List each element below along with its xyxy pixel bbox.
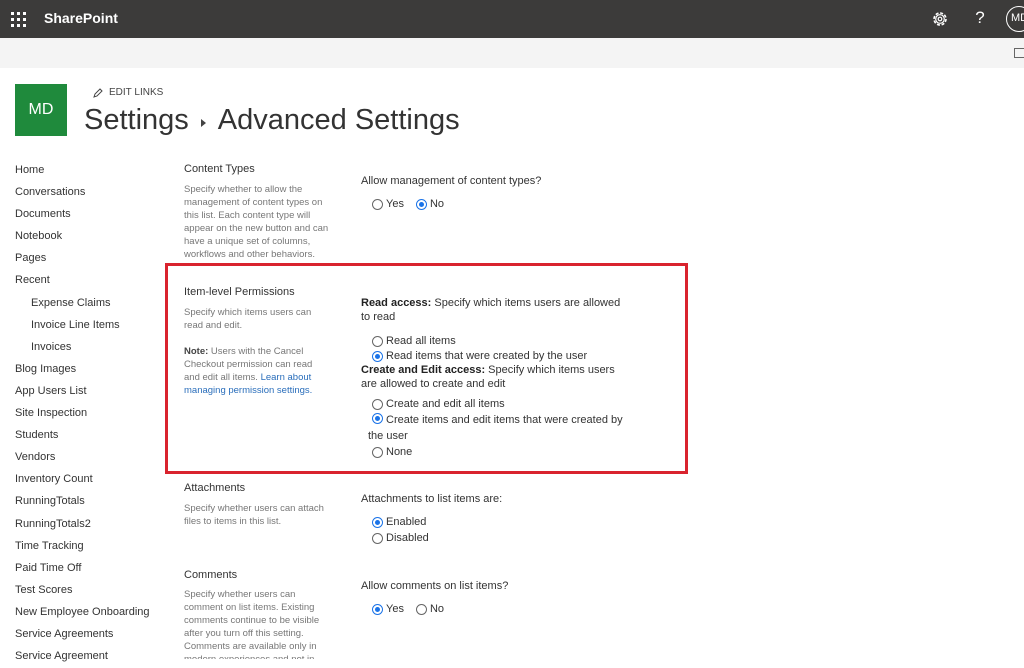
nav-item[interactable]: Service Agreement: [15, 646, 165, 668]
content-types-description: Specify whether to allow the management …: [184, 184, 329, 260]
content-types-title: Content Types: [184, 163, 255, 175]
attachments-disabled-label: Disabled: [386, 532, 429, 544]
comments-no-radio[interactable]: [415, 603, 427, 615]
edit-links-label: EDIT LINKS: [109, 87, 164, 98]
comments-title: Comments: [184, 569, 238, 581]
nav-subitem[interactable]: Invoices: [15, 337, 165, 359]
attachments-question: Attachments to list items are:: [361, 493, 503, 505]
breadcrumb: Settings Advanced Settings: [84, 104, 460, 137]
site-logo[interactable]: MD: [15, 84, 67, 136]
comments-yes-label: Yes: [386, 603, 404, 615]
nav-item[interactable]: Students: [15, 425, 165, 447]
nav-item[interactable]: Time Tracking: [15, 536, 165, 558]
attachments-enabled-radio[interactable]: [372, 516, 383, 528]
nav-item[interactable]: Notebook: [15, 226, 165, 248]
comments-yes-radio[interactable]: [372, 603, 383, 615]
left-nav: Home Conversations Documents Notebook Pa…: [15, 160, 165, 668]
content-types-question: Allow management of content types?: [361, 175, 542, 187]
nav-item[interactable]: RunningTotals: [15, 491, 165, 513]
nav-item[interactable]: Blog Images: [15, 359, 165, 381]
breadcrumb-settings[interactable]: Settings: [84, 104, 189, 137]
page-title: Advanced Settings: [217, 104, 460, 136]
attachments-disabled-option[interactable]: Disabled: [372, 531, 429, 545]
app-launcher-icon[interactable]: [0, 0, 36, 38]
comments-description: Specify whether users can comment on lis…: [184, 589, 320, 659]
breadcrumb-separator-icon: [200, 118, 206, 127]
nav-item[interactable]: App Users List: [15, 381, 165, 403]
nav-item[interactable]: Paid Time Off: [15, 558, 165, 580]
pencil-icon: [93, 87, 103, 98]
nav-item[interactable]: Test Scores: [15, 580, 165, 602]
nav-item[interactable]: Inventory Count: [15, 469, 165, 491]
nav-subitem[interactable]: Invoice Line Items: [15, 315, 165, 337]
focus-mode-icon[interactable]: [1014, 48, 1024, 58]
content-types-options: Yes No: [372, 197, 444, 211]
attachments-description: Specify whether users can attach files t…: [184, 503, 324, 527]
command-bar: [0, 38, 1024, 68]
content-types-yes-radio[interactable]: [372, 198, 383, 210]
nav-subitem[interactable]: Expense Claims: [15, 293, 165, 315]
nav-item[interactable]: Documents: [15, 204, 165, 226]
nav-item[interactable]: Pages: [15, 248, 165, 270]
user-avatar[interactable]: MD: [1006, 6, 1024, 32]
attachments-disabled-radio[interactable]: [372, 532, 383, 544]
comments-no-label: No: [429, 603, 445, 615]
content-types-no-radio[interactable]: [415, 198, 427, 210]
nav-item[interactable]: Home: [15, 160, 165, 182]
nav-item[interactable]: RunningTotals2: [15, 514, 165, 536]
help-icon[interactable]: ?: [972, 8, 988, 28]
attachments-title: Attachments: [184, 482, 246, 494]
nav-item[interactable]: Site Inspection: [15, 403, 165, 425]
content-types-yes-label: Yes: [386, 198, 404, 210]
highlight-box: [165, 263, 688, 474]
comments-question: Allow comments on list items?: [361, 580, 509, 592]
brand-link[interactable]: SharePoint: [44, 10, 118, 26]
nav-item[interactable]: Service Agreements: [15, 624, 165, 646]
comments-options: Yes No: [372, 602, 444, 616]
edit-links-button[interactable]: EDIT LINKS: [93, 87, 163, 98]
nav-item[interactable]: Recent: [15, 270, 165, 292]
attachments-enabled-option[interactable]: Enabled: [372, 515, 426, 529]
nav-item[interactable]: New Employee Onboarding: [15, 602, 165, 624]
nav-item[interactable]: Vendors: [15, 447, 165, 469]
nav-item[interactable]: Conversations: [15, 182, 165, 204]
content-types-no-label: No: [429, 198, 445, 210]
attachments-enabled-label: Enabled: [386, 516, 427, 528]
gear-icon[interactable]: [930, 9, 950, 29]
suite-bar: SharePoint ? MD: [0, 0, 1024, 38]
